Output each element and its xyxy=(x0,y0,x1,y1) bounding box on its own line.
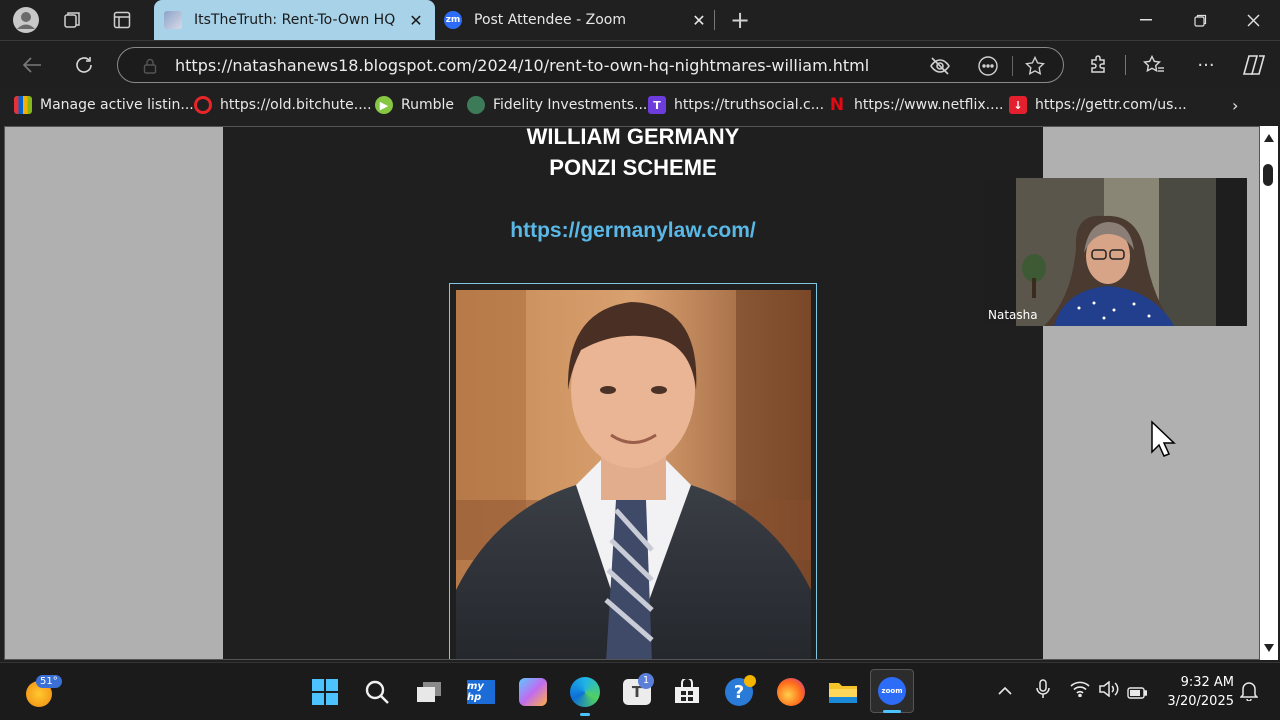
bookmark-truthsocial[interactable]: T https://truthsocial.c... xyxy=(648,96,824,114)
weather-widget[interactable]: 51° xyxy=(24,675,62,709)
portrait-photo[interactable] xyxy=(456,290,811,659)
mouse-cursor-icon xyxy=(1150,420,1176,462)
url-text[interactable]: https://natashanews18.blogspot.com/2024/… xyxy=(175,56,869,75)
bookmark-bitchute[interactable]: https://old.bitchute.... xyxy=(194,96,372,114)
navigation-bar: https://natashanews18.blogspot.com/2024/… xyxy=(0,40,1280,88)
zoom-app-icon[interactable]: zoom xyxy=(870,669,914,713)
bookmark-label: https://truthsocial.c... xyxy=(674,97,825,113)
start-windows-icon[interactable] xyxy=(308,675,342,709)
firefox-icon[interactable] xyxy=(774,675,808,709)
headline-line-1: WILLIAM GERMANY xyxy=(526,126,740,149)
bookmark-netflix[interactable]: N https://www.netflix.... xyxy=(828,95,1004,115)
restore-icon[interactable] xyxy=(1173,0,1227,40)
volume-icon[interactable] xyxy=(1098,680,1120,701)
close-tab-icon[interactable]: ✕ xyxy=(407,11,425,30)
bookmark-label: Fidelity Investments... xyxy=(493,97,648,113)
refresh-button[interactable] xyxy=(70,51,98,79)
tab-title: Post Attendee - Zoom xyxy=(474,12,626,28)
tab-title: ItsTheTruth: Rent-To-Own HQ Nig xyxy=(194,12,401,28)
file-explorer-icon[interactable] xyxy=(826,675,860,709)
system-clock[interactable]: 9:32 AM 3/20/2025 xyxy=(1160,673,1234,711)
bookmark-fidelity[interactable]: Fidelity Investments... xyxy=(467,96,647,114)
more-actions-circle-icon[interactable] xyxy=(976,54,1000,78)
lock-icon[interactable] xyxy=(138,54,162,78)
tab-divider xyxy=(714,10,715,30)
blog-favicon-icon xyxy=(164,11,182,29)
participant-name: Natasha xyxy=(988,308,1038,322)
scroll-up-arrow-icon[interactable] xyxy=(1264,134,1274,142)
settings-menu-icon[interactable]: ··· xyxy=(1192,51,1220,79)
vertical-tabs-icon[interactable] xyxy=(108,6,136,34)
task-view-icon[interactable] xyxy=(412,675,446,709)
bookmark-manage-listings[interactable]: Manage active listin... xyxy=(14,96,194,114)
gettr-icon: ↓ xyxy=(1009,96,1027,114)
close-tab-icon[interactable]: ✕ xyxy=(690,11,708,30)
zoom-video-window[interactable]: Natasha xyxy=(984,178,1247,326)
germanylaw-link[interactable]: https://germanylaw.com/ xyxy=(223,219,1043,243)
show-hidden-icons-chevron-icon[interactable] xyxy=(998,681,1012,700)
active-app-indicator xyxy=(580,713,590,716)
windows-taskbar: 51° my hp T 1 ? zoom 9:32 AM 3/20/2025 xyxy=(0,662,1280,720)
favorite-star-icon[interactable] xyxy=(1023,54,1047,78)
back-button[interactable] xyxy=(18,51,46,79)
bookmark-label: https://old.bitchute.... xyxy=(220,97,372,113)
weather-temperature: 51° xyxy=(36,675,62,688)
bookmark-rumble[interactable]: ▶ Rumble xyxy=(375,96,454,114)
ebay-bag-icon xyxy=(14,96,32,114)
favorites-icon[interactable] xyxy=(1140,51,1168,79)
clock-time: 9:32 AM xyxy=(1180,675,1234,690)
copilot-icon[interactable] xyxy=(1240,51,1268,79)
vertical-scrollbar[interactable] xyxy=(1260,126,1278,660)
help-status-dot xyxy=(744,675,756,687)
microsoft-store-icon[interactable] xyxy=(670,675,704,709)
tab-strip: ItsTheTruth: Rent-To-Own HQ Nig ✕ zm Pos… xyxy=(0,0,1280,40)
extensions-icon[interactable] xyxy=(1084,51,1112,79)
photo-frame xyxy=(449,283,817,659)
photos-app-icon[interactable] xyxy=(516,675,550,709)
bookmark-gettr[interactable]: ↓ https://gettr.com/us... xyxy=(1009,96,1187,114)
close-window-icon[interactable] xyxy=(1226,0,1280,40)
tracking-prevention-icon[interactable] xyxy=(928,54,952,78)
minimize-icon[interactable] xyxy=(1119,0,1173,40)
bookmark-label: Rumble xyxy=(401,97,454,113)
notifications-bell-icon[interactable] xyxy=(1239,681,1259,705)
scroll-down-arrow-icon[interactable] xyxy=(1264,644,1274,652)
new-tab-icon[interactable]: + xyxy=(726,6,754,34)
search-icon[interactable] xyxy=(360,675,394,709)
tab-zoom[interactable]: zm Post Attendee - Zoom ✕ xyxy=(438,0,714,40)
scrollbar-thumb[interactable] xyxy=(1263,164,1273,186)
microphone-icon[interactable] xyxy=(1036,679,1050,703)
profile-avatar-icon[interactable] xyxy=(12,6,40,34)
notification-badge: 1 xyxy=(638,673,654,689)
teams-icon[interactable]: T 1 xyxy=(620,673,654,709)
bookmark-label: Manage active listin... xyxy=(40,97,194,113)
battery-icon[interactable] xyxy=(1127,684,1148,703)
edge-browser-icon[interactable] xyxy=(568,675,602,716)
bookmarks-overflow-chevron-icon[interactable]: › xyxy=(1232,96,1238,115)
blog-post-column: WILLIAM GERMANY PONZI SCHEME https://ger… xyxy=(223,126,1043,659)
bitchute-icon xyxy=(194,96,212,114)
toolbar-divider xyxy=(1125,55,1126,75)
myhp-icon[interactable]: my hp xyxy=(464,675,498,709)
tab-itsthetruth[interactable]: ItsTheTruth: Rent-To-Own HQ Nig ✕ xyxy=(154,0,435,40)
omnibox-divider xyxy=(1012,56,1013,76)
rumble-play-icon: ▶ xyxy=(375,96,393,114)
bookmark-label: https://www.netflix.... xyxy=(854,97,1004,113)
wifi-icon[interactable] xyxy=(1070,681,1090,701)
bookmark-label: https://gettr.com/us... xyxy=(1035,97,1187,113)
clock-date: 3/20/2025 xyxy=(1167,694,1234,709)
bookmarks-bar: Manage active listin... https://old.bitc… xyxy=(0,88,1280,124)
fidelity-icon xyxy=(467,96,485,114)
headline-line-2: PONZI SCHEME xyxy=(549,155,717,180)
address-bar[interactable]: https://natashanews18.blogspot.com/2024/… xyxy=(117,47,1064,83)
get-help-icon[interactable]: ? xyxy=(722,675,756,709)
zoom-favicon-icon: zm xyxy=(444,11,462,29)
workspaces-icon[interactable] xyxy=(58,6,86,34)
truthsocial-icon: T xyxy=(648,96,666,114)
active-app-indicator xyxy=(883,710,901,713)
netflix-icon: N xyxy=(829,95,845,115)
